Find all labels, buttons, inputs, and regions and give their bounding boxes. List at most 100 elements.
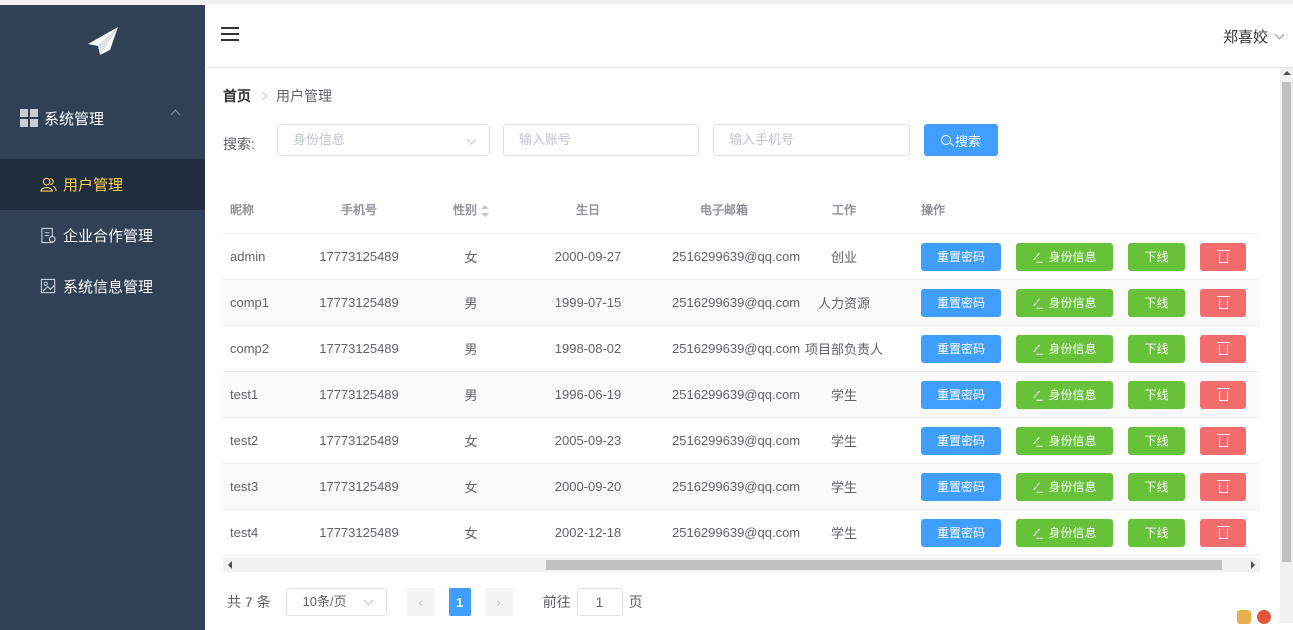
- tray-app-icon[interactable]: [1257, 610, 1271, 624]
- offline-label: 下线: [1144, 480, 1169, 494]
- account-input-placeholder: 输入账号: [519, 132, 572, 147]
- scroll-up-icon[interactable]: [1283, 71, 1291, 75]
- delete-button[interactable]: [1200, 518, 1246, 547]
- delete-button[interactable]: [1200, 380, 1246, 409]
- sidebar-item-label: 系统信息管理: [63, 279, 154, 296]
- cell-gender: 男: [464, 342, 478, 357]
- offline-button[interactable]: 下线: [1128, 242, 1185, 271]
- cell-gender: 男: [464, 296, 478, 311]
- edit-icon: [1033, 344, 1041, 353]
- scrollbar-thumb[interactable]: [1282, 82, 1291, 562]
- main-content: 首页 用户管理 搜索: 身份信息 输入账号 输入手机号 搜索 昵称 手机号 性别…: [205, 68, 1280, 630]
- table-row: test2 17773125489 女 2005-09-23 2516299639@qq…: [223, 418, 1260, 464]
- identity-info-button[interactable]: 身份信息: [1016, 518, 1113, 547]
- horizontal-scrollbar[interactable]: [223, 558, 1260, 572]
- cell-email: 2516299639@qq.com: [672, 525, 801, 540]
- delete-button[interactable]: [1200, 334, 1246, 363]
- identity-info-button[interactable]: 身份信息: [1016, 380, 1113, 409]
- sidebar-item-enterprise-cooperation[interactable]: 企业合作管理: [0, 210, 205, 261]
- offline-button[interactable]: 下线: [1128, 288, 1185, 317]
- page-number-current[interactable]: 1: [448, 588, 471, 616]
- identity-info-button[interactable]: 身份信息: [1016, 288, 1113, 317]
- reset-password-button[interactable]: 重置密码: [921, 472, 1001, 501]
- sort-icon[interactable]: [481, 204, 489, 217]
- offline-label: 下线: [1144, 250, 1169, 264]
- column-header-gender[interactable]: 性别: [438, 201, 504, 218]
- breadcrumb-home[interactable]: 首页: [223, 86, 251, 106]
- user-table: 昵称 手机号 性别 生日 电子邮箱 工作 操作 admin 17773125489…: [223, 186, 1260, 556]
- offline-button[interactable]: 下线: [1128, 334, 1185, 363]
- cell-actions: 重置密码 身份信息 下线: [912, 472, 1261, 501]
- sidebar-item-user-management[interactable]: 用户管理: [0, 159, 205, 210]
- prev-page-button[interactable]: ‹: [406, 588, 435, 616]
- identity-info-button[interactable]: 身份信息: [1016, 426, 1113, 455]
- edit-icon: [1033, 528, 1041, 537]
- scroll-right-icon[interactable]: [1251, 561, 1255, 569]
- scrollbar-thumb[interactable]: [546, 560, 1222, 570]
- goto-page-input[interactable]: 1: [576, 588, 623, 616]
- reset-password-button[interactable]: 重置密码: [921, 334, 1001, 363]
- cell-email: 2516299639@qq.com: [672, 249, 801, 264]
- cell-birthday: 2005-09-23: [554, 433, 622, 448]
- cell-gender: 男: [464, 388, 478, 403]
- page-size-select[interactable]: 10条/页: [285, 588, 387, 616]
- cell-actions: 重置密码 身份信息 下线: [912, 242, 1261, 271]
- phone-input[interactable]: 输入手机号: [713, 124, 910, 156]
- offline-button[interactable]: 下线: [1128, 472, 1185, 501]
- paper-plane-icon: [87, 27, 118, 55]
- next-page-button[interactable]: ›: [484, 588, 513, 616]
- reset-password-button[interactable]: 重置密码: [921, 426, 1001, 455]
- cell-phone: 17773125489: [319, 249, 399, 264]
- menu-toggle-icon[interactable]: [221, 27, 239, 43]
- menu-group-label: 系统管理: [44, 110, 105, 128]
- offline-button[interactable]: 下线: [1128, 518, 1185, 547]
- table-row: admin 17773125489 女 2000-09-27 2516299639@qq…: [223, 234, 1260, 280]
- identity-info-button[interactable]: 身份信息: [1016, 472, 1113, 501]
- system-tray: [1237, 610, 1271, 624]
- delete-button[interactable]: [1200, 288, 1246, 317]
- search-button[interactable]: 搜索: [924, 124, 998, 156]
- trash-icon: [1216, 249, 1230, 263]
- identity-select[interactable]: 身份信息: [277, 124, 490, 156]
- cell-gender: 女: [464, 526, 478, 541]
- sidebar-item-system-info[interactable]: 系统信息管理: [0, 261, 205, 312]
- cell-actions: 重置密码 身份信息 下线: [912, 334, 1261, 363]
- logo[interactable]: [0, 5, 205, 77]
- offline-button[interactable]: 下线: [1128, 380, 1185, 409]
- delete-button[interactable]: [1200, 242, 1246, 271]
- identity-info-button[interactable]: 身份信息: [1016, 334, 1113, 363]
- menu-group-system[interactable]: 系统管理: [0, 77, 205, 159]
- trash-icon: [1216, 525, 1230, 539]
- scroll-left-icon[interactable]: [228, 561, 232, 569]
- cell-gender: 女: [464, 250, 478, 265]
- offline-label: 下线: [1144, 526, 1169, 540]
- phone-input-placeholder: 输入手机号: [729, 132, 795, 147]
- delete-button[interactable]: [1200, 472, 1246, 501]
- cell-birthday: 2000-09-20: [554, 479, 622, 494]
- cell-nickname: comp1: [230, 295, 270, 310]
- table-row: test4 17773125489 女 2002-12-18 2516299639@qq…: [223, 510, 1260, 556]
- reset-password-button[interactable]: 重置密码: [921, 380, 1001, 409]
- reset-password-button[interactable]: 重置密码: [921, 242, 1001, 271]
- reset-password-label: 重置密码: [936, 296, 985, 310]
- reset-password-label: 重置密码: [936, 434, 985, 448]
- tray-app-icon[interactable]: [1237, 610, 1251, 624]
- identity-info-button[interactable]: 身份信息: [1016, 242, 1113, 271]
- reset-password-button[interactable]: 重置密码: [921, 518, 1001, 547]
- cell-phone: 17773125489: [319, 295, 399, 310]
- goto-label: 前往: [542, 594, 571, 610]
- trash-icon: [1216, 433, 1230, 447]
- delete-button[interactable]: [1200, 426, 1246, 455]
- reset-password-label: 重置密码: [936, 388, 985, 402]
- reset-password-label: 重置密码: [936, 342, 985, 356]
- offline-label: 下线: [1144, 388, 1169, 402]
- user-dropdown[interactable]: 郑喜姣: [1223, 26, 1285, 47]
- identity-info-label: 身份信息: [1048, 434, 1097, 448]
- account-input[interactable]: 输入账号: [503, 124, 699, 156]
- reset-password-button[interactable]: 重置密码: [921, 288, 1001, 317]
- top-header: 郑喜姣: [205, 5, 1293, 68]
- offline-button[interactable]: 下线: [1128, 426, 1185, 455]
- vertical-scrollbar[interactable]: [1280, 68, 1293, 623]
- cell-actions: 重置密码 身份信息 下线: [912, 380, 1261, 409]
- cell-email: 2516299639@qq.com: [672, 341, 801, 356]
